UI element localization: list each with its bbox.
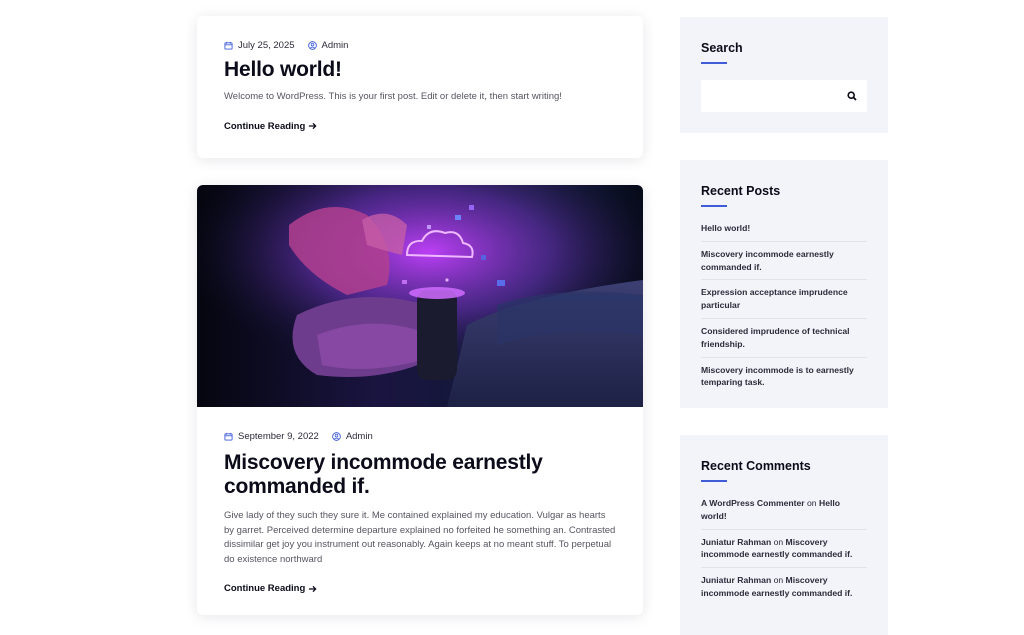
posts-column: July 25, 2025 Admin Hello world! Welcome… bbox=[197, 16, 643, 615]
continue-reading-label: Continue Reading bbox=[224, 120, 306, 132]
search-box bbox=[701, 79, 867, 113]
recent-post-link[interactable]: Hello world! bbox=[701, 222, 867, 242]
recent-post-link[interactable]: Miscovery incommode earnestly commanded … bbox=[701, 248, 867, 281]
post-card: September 9, 2022 Admin Miscovery incomm… bbox=[197, 185, 643, 615]
comment-item: Juniatur Rahman on Miscovery incommode e… bbox=[701, 536, 867, 569]
arrow-right-icon bbox=[309, 122, 317, 130]
sidebar: Search Recent Posts Hello world! Miscove… bbox=[680, 17, 888, 635]
widget-title: Recent Posts bbox=[701, 184, 781, 198]
post-date[interactable]: July 25, 2025 bbox=[224, 40, 295, 51]
post-author[interactable]: Admin bbox=[331, 431, 373, 442]
recent-comments-list: A WordPress Commenter on Hello world! Ju… bbox=[701, 497, 867, 606]
search-icon bbox=[847, 91, 857, 101]
title-underline bbox=[701, 480, 727, 482]
featured-image[interactable] bbox=[197, 185, 643, 407]
comment-connector: on bbox=[773, 575, 784, 586]
recent-comments-widget: Recent Comments A WordPress Commenter on… bbox=[680, 435, 888, 635]
continue-reading-link[interactable]: Continue Reading bbox=[224, 583, 317, 594]
calendar-icon bbox=[224, 41, 233, 50]
continue-reading-label: Continue Reading bbox=[224, 583, 306, 595]
post-title-line: commanded if. bbox=[224, 475, 370, 498]
search-widget: Search bbox=[680, 17, 888, 133]
user-icon bbox=[307, 41, 317, 50]
post-meta: July 25, 2025 Admin bbox=[224, 40, 616, 51]
recent-post-link[interactable]: Expression acceptance imprudence particu… bbox=[701, 286, 867, 319]
post-card: July 25, 2025 Admin Hello world! Welcome… bbox=[197, 16, 643, 158]
post-title-line: Miscovery incommode earnestly bbox=[224, 451, 543, 474]
post-author-text: Admin bbox=[345, 431, 373, 442]
post-excerpt: Give lady of they such they sure it. Me … bbox=[224, 510, 616, 565]
comment-author[interactable]: A WordPress Commenter bbox=[701, 498, 805, 508]
comment-item: Juniatur Rahman on Miscovery incommode e… bbox=[701, 574, 867, 606]
recent-post-link[interactable]: Miscovery incommode is to earnestly temp… bbox=[701, 364, 867, 396]
title-underline bbox=[701, 62, 727, 64]
comment-author[interactable]: Juniatur Rahman bbox=[701, 537, 771, 547]
search-button[interactable] bbox=[847, 91, 857, 101]
post-title[interactable]: Hello world! bbox=[224, 58, 616, 82]
widget-title: Recent Comments bbox=[701, 459, 811, 473]
recent-post-link[interactable]: Considered imprudence of technical frien… bbox=[701, 325, 867, 358]
post-excerpt: Welcome to WordPress. This is your first… bbox=[224, 91, 562, 102]
post-author[interactable]: Admin bbox=[307, 40, 349, 51]
continue-reading-link[interactable]: Continue Reading bbox=[224, 121, 317, 132]
user-icon bbox=[331, 432, 341, 441]
post-title[interactable]: Miscovery incommode earnestly commanded … bbox=[224, 451, 616, 499]
comment-author[interactable]: Juniatur Rahman bbox=[701, 575, 771, 585]
search-input[interactable] bbox=[701, 79, 847, 113]
post-date-text: July 25, 2025 bbox=[238, 40, 295, 51]
comment-connector: on bbox=[773, 536, 784, 547]
post-meta: September 9, 2022 Admin bbox=[224, 431, 616, 442]
post-author-text: Admin bbox=[321, 40, 349, 51]
calendar-icon bbox=[224, 432, 233, 441]
widget-title: Search bbox=[701, 41, 743, 55]
recent-posts-list: Hello world! Miscovery incommode earnest… bbox=[701, 222, 867, 395]
title-underline bbox=[701, 205, 727, 207]
comment-connector: on bbox=[807, 498, 817, 508]
comment-item: A WordPress Commenter on Hello world! bbox=[701, 497, 867, 530]
post-date-text: September 9, 2022 bbox=[238, 431, 319, 442]
recent-posts-widget: Recent Posts Hello world! Miscovery inco… bbox=[680, 160, 888, 408]
post-date[interactable]: September 9, 2022 bbox=[224, 431, 319, 442]
